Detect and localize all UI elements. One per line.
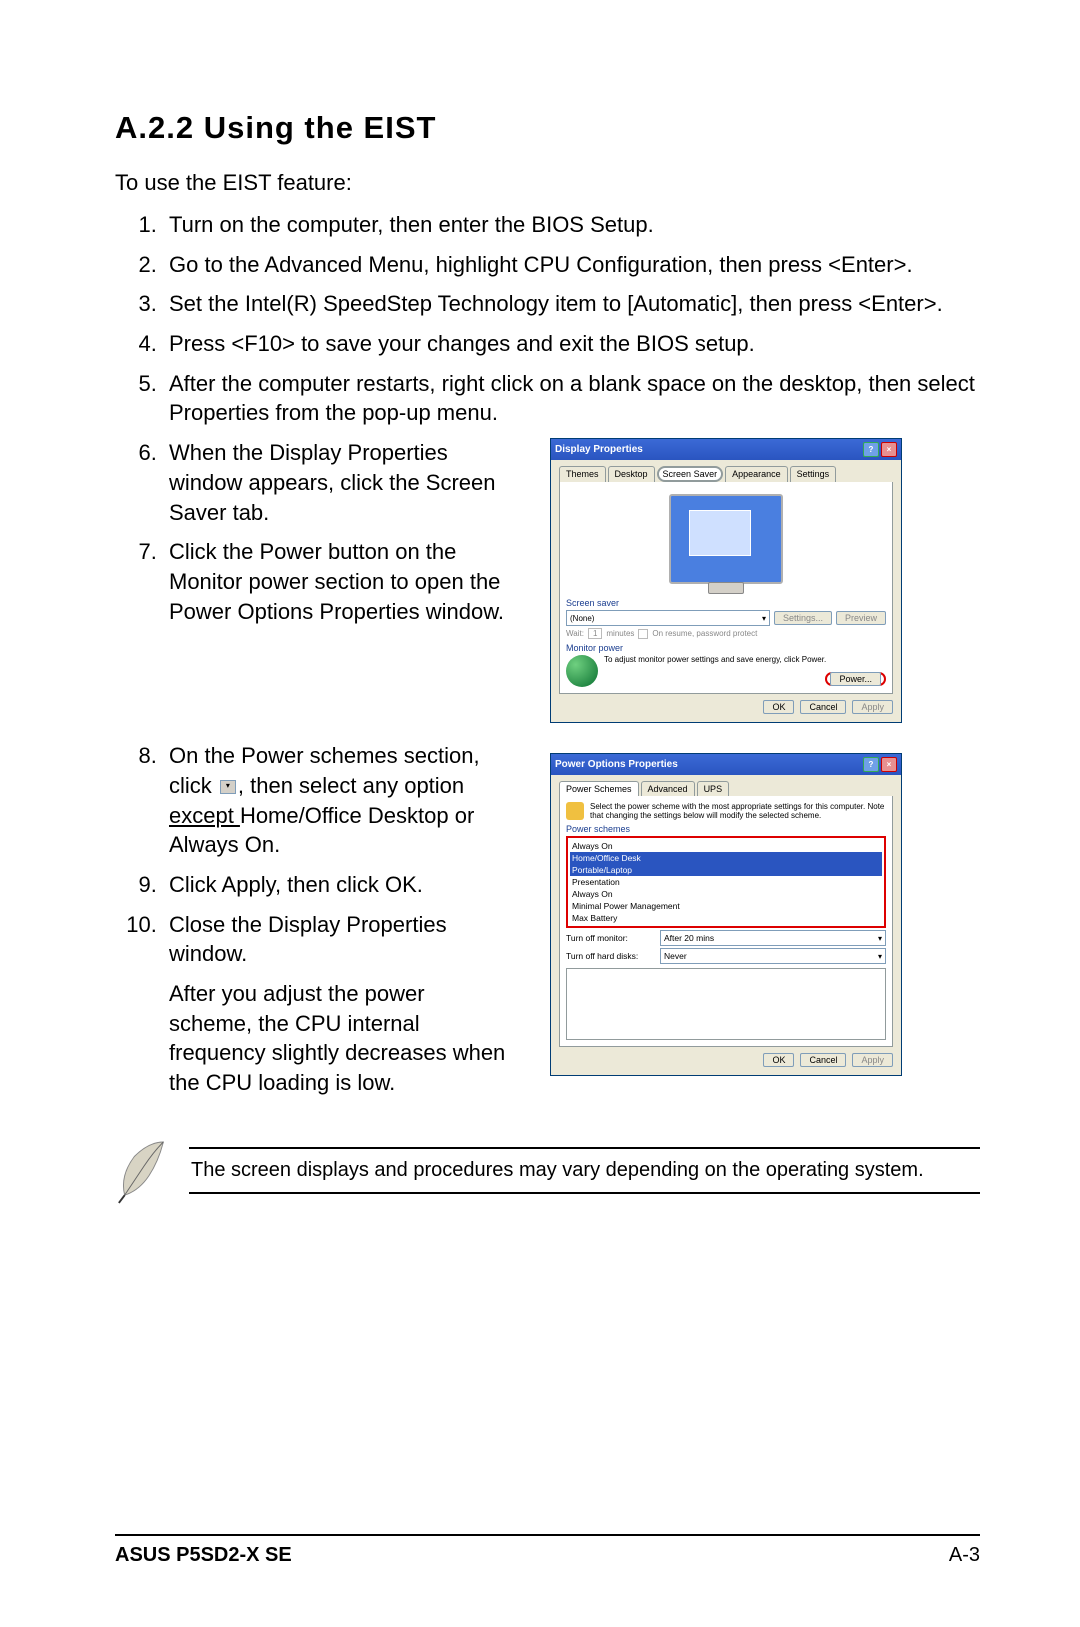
tab-themes: Themes (559, 466, 606, 482)
ok-button: OK (763, 1053, 794, 1067)
turn-off-hdd-label: Turn off hard disks: (566, 951, 654, 961)
chevron-down-icon: ▾ (878, 934, 882, 943)
step-8-except: except (169, 803, 240, 828)
power-scheme-icon (566, 802, 584, 820)
display-properties-window: Display Properties ? × Themes Desktop Sc… (550, 438, 902, 723)
note-block: The screen displays and procedures may v… (115, 1136, 980, 1206)
steps-list-mid: When the Display Properties window appea… (115, 438, 510, 626)
power-options-title: Power Options Properties (555, 759, 678, 770)
help-icon: ? (863, 757, 879, 772)
step-9: Click Apply, then click OK. (163, 870, 510, 900)
dropdown-arrow-icon: ▾ (220, 780, 236, 794)
turn-off-hdd-select: Never ▾ (660, 948, 886, 964)
power-button: Power... (830, 672, 881, 686)
tab-appearance: Appearance (725, 466, 788, 482)
ok-button: OK (763, 700, 794, 714)
steps-list-bottom: On the Power schemes section, click ▾, t… (115, 741, 510, 1098)
turn-off-monitor-label: Turn off monitor: (566, 933, 654, 943)
tab-ups: UPS (697, 781, 730, 796)
step-5: After the computer restarts, right click… (163, 369, 980, 428)
apply-button: Apply (852, 700, 893, 714)
scheme-item-selected: Home/Office Desk (570, 852, 882, 864)
step-4: Press <F10> to save your changes and exi… (163, 329, 980, 359)
step-10: Close the Display Properties window. Aft… (163, 910, 510, 1098)
wait-value: 1 (588, 628, 602, 639)
tab-power-schemes: Power Schemes (559, 781, 639, 796)
tab-settings: Settings (790, 466, 837, 482)
step-2: Go to the Advanced Menu, highlight CPU C… (163, 250, 980, 280)
turn-off-monitor-value: After 20 mins (664, 933, 714, 943)
cancel-button: Cancel (800, 700, 846, 714)
cancel-button: Cancel (800, 1053, 846, 1067)
note-text: The screen displays and procedures may v… (189, 1147, 980, 1194)
wait-label: Wait: (566, 629, 584, 638)
monitor-power-label: Monitor power (566, 643, 886, 653)
tab-screen-saver: Screen Saver (657, 466, 724, 482)
resume-checkbox-label: On resume, password protect (652, 629, 757, 638)
close-icon: × (881, 757, 897, 772)
footer-page-number: A-3 (949, 1544, 980, 1567)
preview-button: Preview (836, 611, 886, 625)
step-7: Click the Power button on the Monitor po… (163, 537, 510, 626)
section-heading: A.2.2 Using the EIST (115, 110, 980, 146)
footer-product: ASUS P5SD2-X SE (115, 1544, 292, 1567)
wait-unit: minutes (606, 629, 634, 638)
scheme-item: Always On (570, 888, 882, 900)
scheme-item: Always On (570, 840, 882, 852)
chevron-down-icon: ▾ (762, 614, 766, 623)
step-6: When the Display Properties window appea… (163, 438, 510, 527)
apply-button: Apply (852, 1053, 893, 1067)
display-properties-title: Display Properties (555, 444, 643, 455)
step-1: Turn on the computer, then enter the BIO… (163, 210, 980, 240)
tab-advanced: Advanced (641, 781, 695, 796)
step-8: On the Power schemes section, click ▾, t… (163, 741, 510, 860)
monitor-preview (566, 488, 886, 594)
steps-list-top: Turn on the computer, then enter the BIO… (115, 210, 980, 428)
turn-off-monitor-select: After 20 mins ▾ (660, 930, 886, 946)
power-schemes-listbox: Always On Home/Office Desk Portable/Lapt… (566, 836, 886, 928)
energy-star-icon (566, 655, 598, 687)
feather-pen-icon (115, 1136, 173, 1206)
scheme-item: Portable/Laptop (570, 864, 882, 876)
scheme-item: Presentation (570, 876, 882, 888)
scheme-item: Max Battery (570, 912, 882, 924)
step-8-post: , then select any option (238, 773, 464, 798)
turn-off-hdd-value: Never (664, 951, 687, 961)
step-3: Set the Intel(R) SpeedStep Technology it… (163, 289, 980, 319)
power-options-window: Power Options Properties ? × Power Schem… (550, 753, 902, 1076)
blank-area (566, 968, 886, 1040)
after-adjust-note: After you adjust the power scheme, the C… (169, 979, 510, 1098)
tab-desktop: Desktop (608, 466, 655, 482)
page-footer: ASUS P5SD2-X SE A-3 (115, 1534, 980, 1567)
display-tabs: Themes Desktop Screen Saver Appearance S… (559, 466, 893, 482)
step-10-text: Close the Display Properties window. (169, 912, 447, 967)
monitor-power-desc: To adjust monitor power settings and sav… (604, 655, 886, 664)
screen-saver-select: (None) ▾ (566, 610, 770, 626)
screen-saver-label: Screen saver (566, 598, 886, 608)
scheme-item: Minimal Power Management (570, 900, 882, 912)
power-schemes-label: Power schemes (566, 824, 886, 834)
settings-button: Settings... (774, 611, 832, 625)
chevron-down-icon: ▾ (878, 952, 882, 961)
screen-saver-value: (None) (570, 614, 594, 623)
power-scheme-desc: Select the power scheme with the most ap… (590, 802, 886, 820)
close-icon: × (881, 442, 897, 457)
help-icon: ? (863, 442, 879, 457)
intro-text: To use the EIST feature: (115, 170, 980, 196)
